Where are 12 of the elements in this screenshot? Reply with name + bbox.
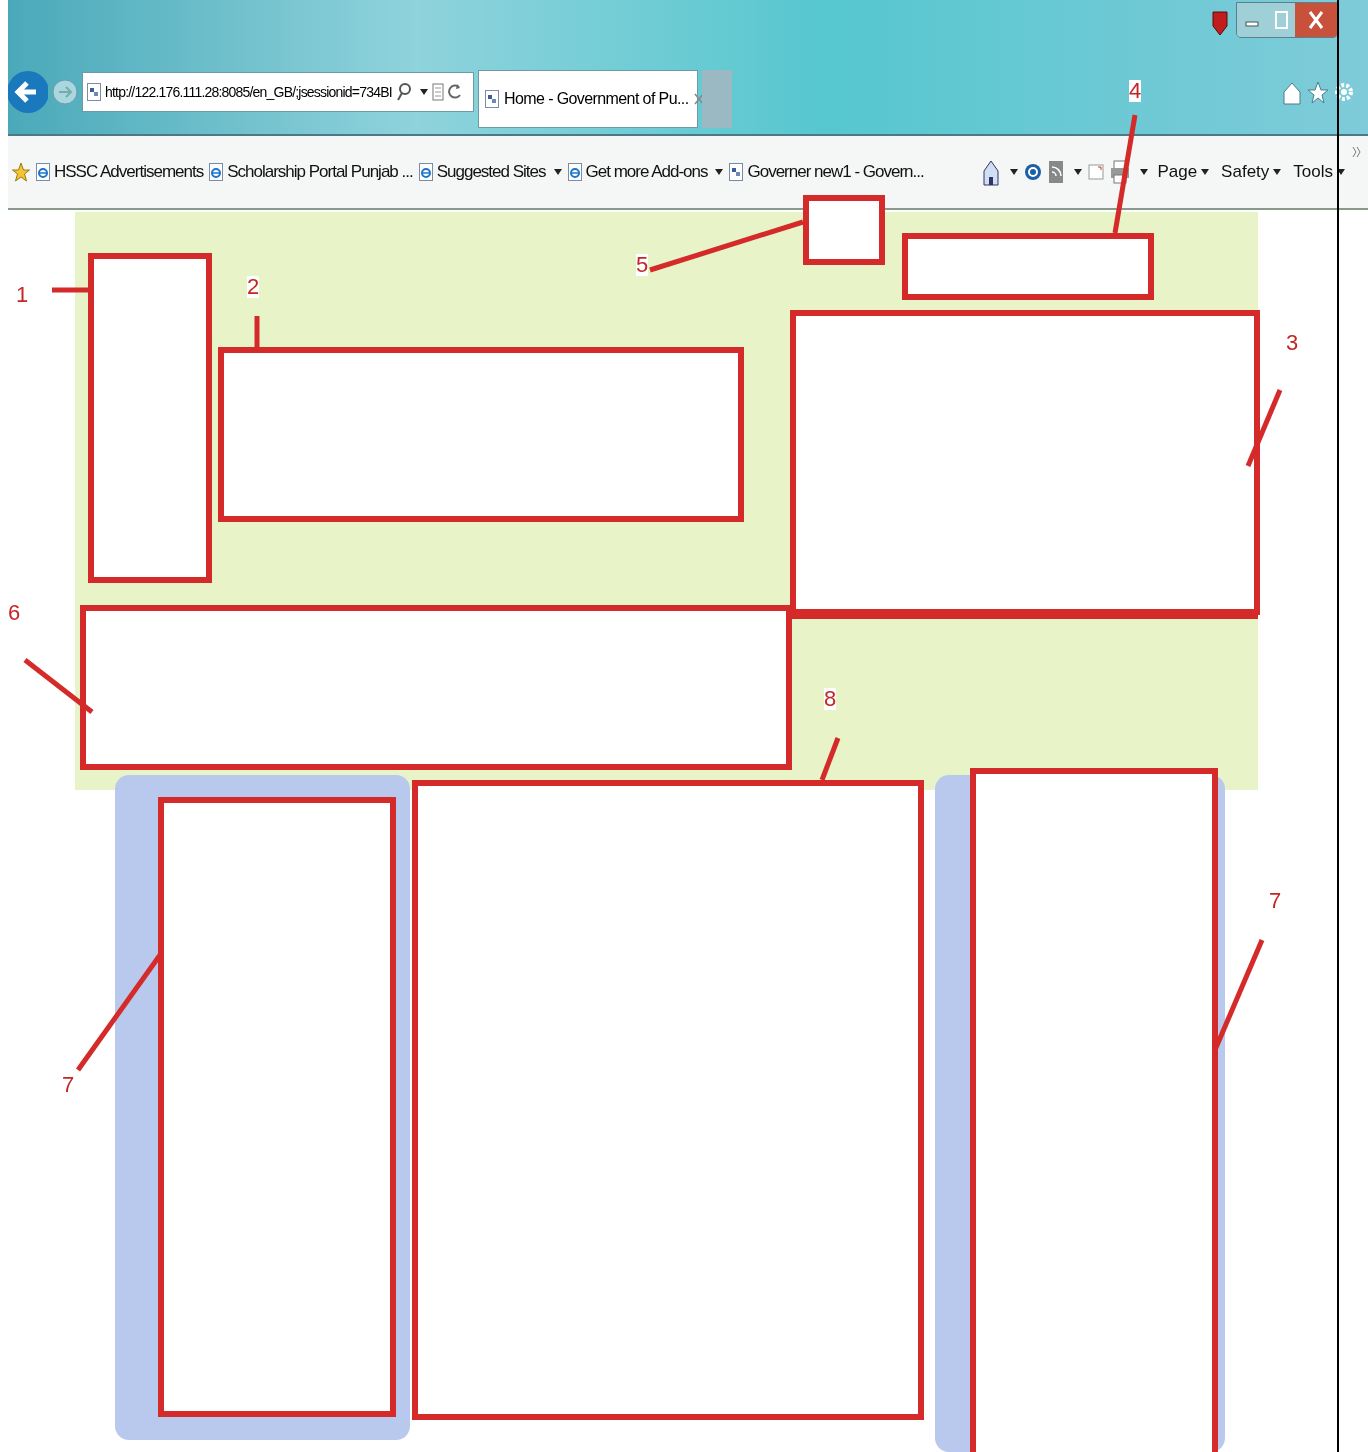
favorites-link[interactable]: Suggested Sites [418, 162, 562, 182]
annotation-number: 2 [247, 276, 260, 298]
annotation-number: 8 [824, 688, 837, 710]
command-menu[interactable]: Safety [1218, 162, 1285, 182]
command-menu[interactable]: Page [1154, 162, 1213, 182]
annotation-number: 4 [1129, 80, 1142, 102]
address-field[interactable]: http://122.176.111.28:8085/en_GB/;jsessionid=734BI [82, 72, 474, 112]
annotation-number: 5 [636, 254, 649, 276]
favorites-link[interactable]: Get more Add-ons [567, 162, 724, 182]
favorites-link[interactable]: Scholarship Portal Punjab ... [209, 162, 413, 182]
favorites-link[interactable]: HSSC Advertisements [36, 162, 204, 182]
favorites-link[interactable]: Governer new1 - Govern... [729, 162, 924, 182]
